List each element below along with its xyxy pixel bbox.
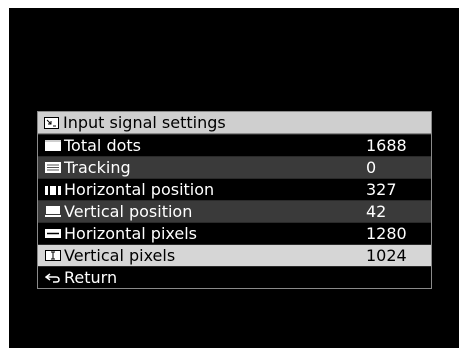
- menu-title-bar: Input signal settings: [38, 112, 431, 134]
- menu-item-value: 42: [366, 202, 387, 221]
- menu-item-return[interactable]: Return: [38, 266, 431, 288]
- menu-item-label: Horizontal position: [64, 180, 215, 199]
- menu-item-label: Vertical position: [64, 202, 193, 221]
- menu-item-value: 0: [366, 158, 377, 177]
- menu-title: Input signal settings: [63, 113, 226, 132]
- return-icon: [45, 273, 60, 283]
- horizontal-position-icon: [45, 184, 61, 195]
- menu-item-label: Tracking: [64, 158, 131, 177]
- vertical-pixels-icon: [45, 250, 61, 261]
- total-dots-icon: [45, 140, 61, 151]
- menu-item-total-dots[interactable]: Total dots 1688: [38, 134, 431, 156]
- horizontal-pixels-icon: [45, 229, 61, 238]
- menu-item-horizontal-pixels[interactable]: Horizontal pixels 1280: [38, 222, 431, 244]
- vertical-position-icon: [45, 206, 61, 217]
- menu-item-horizontal-position[interactable]: Horizontal position 327: [38, 178, 431, 200]
- menu-item-vertical-position[interactable]: Vertical position 42: [38, 200, 431, 222]
- menu-item-tracking[interactable]: Tracking 0: [38, 156, 431, 178]
- menu-item-label: Horizontal pixels: [64, 224, 197, 243]
- return-label: Return: [64, 268, 118, 287]
- input-signal-settings-menu: Input signal settings Total dots 1688 Tr…: [37, 111, 432, 289]
- projector-screen: Input signal settings Total dots 1688 Tr…: [9, 8, 459, 348]
- menu-item-label: Vertical pixels: [64, 246, 176, 265]
- menu-item-value: 327: [366, 180, 397, 199]
- input-settings-icon: [44, 116, 59, 129]
- menu-item-value: 1024: [366, 246, 407, 265]
- tracking-icon: [45, 162, 61, 173]
- menu-item-value: 1280: [366, 224, 407, 243]
- menu-item-vertical-pixels[interactable]: Vertical pixels 1024: [38, 244, 431, 266]
- menu-item-label: Total dots: [64, 136, 142, 155]
- menu-item-value: 1688: [366, 136, 407, 155]
